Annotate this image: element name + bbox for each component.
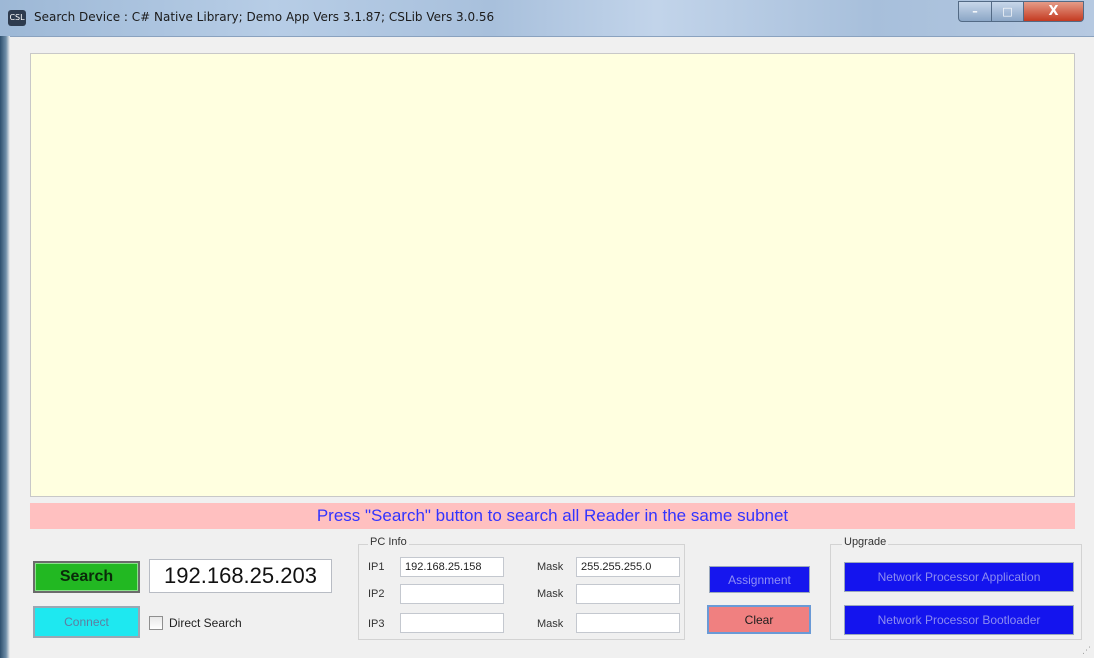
status-message: Press "Search" button to search all Read… [30,503,1075,529]
mask1-label: Mask [537,561,564,573]
upgrade-title: Upgrade [842,536,889,548]
ip2-label: IP2 [368,588,385,600]
mask1-field[interactable]: 255.255.255.0 [576,557,680,577]
network-processor-application-button[interactable]: Network Processor Application [844,562,1074,592]
ip2-field[interactable] [400,584,504,604]
title-bar[interactable]: CSL Search Device : C# Native Library; D… [0,0,1094,37]
mask2-field[interactable] [576,584,680,604]
minimize-button[interactable]: – [958,1,992,22]
connect-button[interactable]: Connect [33,606,140,638]
mask3-field[interactable] [576,613,680,633]
direct-search-label: Direct Search [169,616,242,630]
mask2-label: Mask [537,588,564,600]
window-title: Search Device : C# Native Library; Demo … [34,10,495,24]
assignment-button[interactable]: Assignment [709,566,810,593]
main-window: CSL Search Device : C# Native Library; D… [0,0,1094,658]
pc-info-title: PC Info [368,536,409,548]
target-ip-field[interactable]: 192.168.25.203 [149,559,332,593]
maximize-button[interactable]: □ [992,1,1024,22]
search-results-panel[interactable] [30,53,1075,497]
window-controls: – □ X [958,1,1084,23]
app-logo-icon: CSL [8,10,26,26]
ip3-field[interactable] [400,613,504,633]
ip1-label: IP1 [368,561,385,573]
ip3-label: IP3 [368,618,385,630]
network-processor-bootloader-button[interactable]: Network Processor Bootloader [844,605,1074,635]
direct-search-checkbox[interactable]: Direct Search [149,615,242,631]
clear-button[interactable]: Clear [707,605,811,634]
mask3-label: Mask [537,618,564,630]
search-button[interactable]: Search [33,561,140,593]
close-button[interactable]: X [1024,1,1084,22]
background-window-edge [0,36,10,658]
ip1-field[interactable]: 192.168.25.158 [400,557,504,577]
checkbox-box[interactable] [149,616,163,630]
resize-grip-icon[interactable]: ⋰ [1082,646,1092,656]
